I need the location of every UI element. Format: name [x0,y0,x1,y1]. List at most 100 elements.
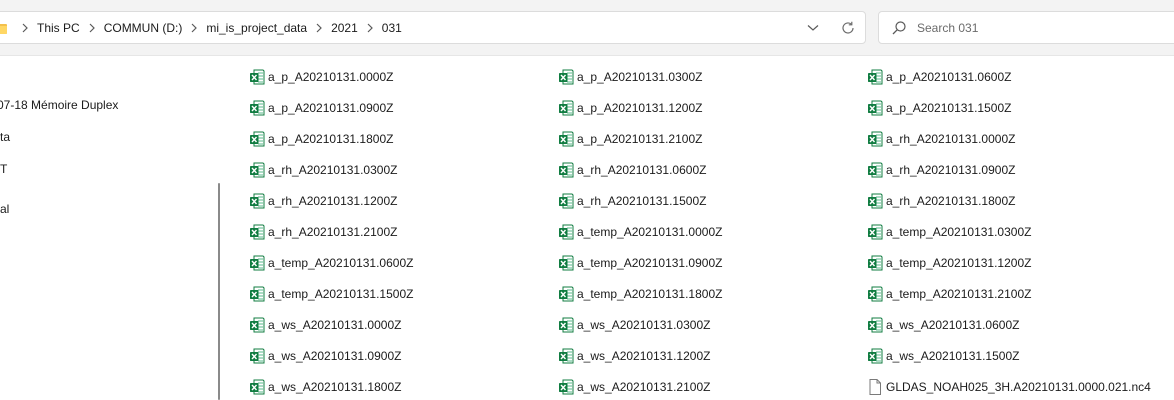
file-item[interactable]: a_temp_A20210131.0300Z [867,216,1031,247]
excel-file-icon [868,348,883,363]
file-item[interactable]: a_temp_A20210131.1800Z [558,278,722,309]
file-name: a_rh_A20210131.1200Z [268,193,398,208]
folder-icon [0,24,7,34]
file-item[interactable]: a_p_A20210131.0900Z [249,92,393,123]
excel-file-icon [868,193,883,208]
top-bar: This PC COMMUN (D:) mi_is_project_data 2… [0,0,1174,56]
chevron-down-icon[interactable] [805,20,821,36]
file-item[interactable]: a_ws_A20210131.1800Z [249,371,401,400]
excel-file-icon [250,100,265,115]
excel-file-icon [559,317,574,332]
file-name: a_p_A20210131.1800Z [268,131,394,146]
file-item[interactable]: a_ws_A20210131.2100Z [558,371,710,400]
file-name: a_rh_A20210131.0900Z [886,162,1016,177]
file-item[interactable]: a_p_A20210131.0000Z [249,61,393,92]
file-item[interactable]: a_p_A20210131.0300Z [558,61,702,92]
file-item[interactable]: a_ws_A20210131.1200Z [558,340,710,371]
file-item[interactable]: a_ws_A20210131.1500Z [867,340,1019,371]
file-name: a_temp_A20210131.1200Z [886,255,1032,270]
nav-item-t[interactable]: T [0,158,7,180]
file-name: a_temp_A20210131.0000Z [577,224,723,239]
file-name: a_ws_A20210131.0600Z [886,317,1020,332]
chevron-right-icon[interactable] [360,12,380,43]
excel-file-icon [559,379,574,394]
file-item[interactable]: a_temp_A20210131.1500Z [249,278,413,309]
file-name: a_rh_A20210131.0000Z [886,131,1016,146]
file-name: a_temp_A20210131.1500Z [268,286,414,301]
excel-file-icon [250,69,265,84]
file-item[interactable]: a_rh_A20210131.0000Z [867,123,1015,154]
search-icon [892,21,906,35]
file-name: a_p_A20210131.0600Z [886,69,1012,84]
file-name: a_ws_A20210131.0900Z [268,348,402,363]
file-name: a_rh_A20210131.0300Z [268,162,398,177]
file-item[interactable]: a_temp_A20210131.1200Z [867,247,1031,278]
file-item[interactable]: a_rh_A20210131.1800Z [867,185,1015,216]
navigation-scrollbar-track[interactable] [212,57,228,400]
file-item[interactable]: a_temp_A20210131.2100Z [867,278,1031,309]
breadcrumb-item-project-data[interactable]: mi_is_project_data [204,21,309,35]
address-bar[interactable]: This PC COMMUN (D:) mi_is_project_data 2… [0,11,866,44]
file-item[interactable]: a_p_A20210131.0600Z [867,61,1011,92]
refresh-icon[interactable] [839,19,857,37]
nav-item-data[interactable]: ta [0,126,10,148]
file-name: a_ws_A20210131.1500Z [886,348,1020,363]
file-item[interactable]: a_temp_A20210131.0600Z [249,247,413,278]
excel-file-icon [250,162,265,177]
navigation-scrollbar-thumb[interactable] [218,183,220,400]
chevron-right-icon[interactable] [184,12,204,43]
excel-file-icon [868,255,883,270]
document-file-icon [869,378,881,395]
file-name: GLDAS_NOAH025_3H.A20210131.0000.021.nc4 [886,379,1151,394]
excel-file-icon [250,286,265,301]
chevron-right-icon[interactable] [15,12,35,43]
file-name: a_p_A20210131.0900Z [268,100,394,115]
file-name: a_p_A20210131.0300Z [577,69,703,84]
excel-file-icon [559,69,574,84]
file-item[interactable]: a_temp_A20210131.0900Z [558,247,722,278]
file-name: a_temp_A20210131.1800Z [577,286,723,301]
file-item[interactable]: a_rh_A20210131.1200Z [249,185,397,216]
excel-file-icon [559,224,574,239]
file-item[interactable]: a_p_A20210131.1500Z [867,92,1011,123]
chevron-right-icon[interactable] [82,12,102,43]
file-name: a_temp_A20210131.0600Z [268,255,414,270]
excel-file-icon [559,162,574,177]
file-item[interactable]: a_rh_A20210131.1500Z [558,185,706,216]
file-name: a_temp_A20210131.0900Z [577,255,723,270]
breadcrumb-item-drive[interactable]: COMMUN (D:) [102,21,185,35]
file-item[interactable]: a_p_A20210131.1800Z [249,123,393,154]
file-item[interactable]: a_ws_A20210131.0300Z [558,309,710,340]
file-item[interactable]: a_rh_A20210131.2100Z [249,216,397,247]
search-input[interactable] [917,12,1167,43]
file-item[interactable]: a_ws_A20210131.0000Z [249,309,401,340]
file-item[interactable]: a_ws_A20210131.0900Z [249,340,401,371]
nav-item-memoire-duplex[interactable]: 07-18 Mémoire Duplex [0,94,118,116]
file-name: a_p_A20210131.1200Z [577,100,703,115]
file-item[interactable]: a_rh_A20210131.0300Z [249,154,397,185]
excel-file-icon [250,193,265,208]
search-box[interactable] [878,11,1174,44]
excel-file-icon [868,286,883,301]
file-item[interactable]: a_rh_A20210131.0600Z [558,154,706,185]
file-name: a_p_A20210131.0000Z [268,69,394,84]
file-item[interactable]: a_p_A20210131.1200Z [558,92,702,123]
breadcrumb-item-year[interactable]: 2021 [329,21,360,35]
file-name: a_temp_A20210131.0300Z [886,224,1032,239]
excel-file-icon [559,286,574,301]
file-item[interactable]: a_ws_A20210131.0600Z [867,309,1019,340]
file-item[interactable]: a_temp_A20210131.0000Z [558,216,722,247]
breadcrumb-item-current[interactable]: 031 [380,21,404,35]
file-name: a_rh_A20210131.1500Z [577,193,707,208]
file-item[interactable]: a_rh_A20210131.0900Z [867,154,1015,185]
breadcrumb-item-this-pc[interactable]: This PC [35,21,82,35]
excel-file-icon [868,317,883,332]
chevron-right-icon[interactable] [309,12,329,43]
file-name: a_rh_A20210131.0600Z [577,162,707,177]
file-name: a_p_A20210131.2100Z [577,131,703,146]
excel-file-icon [250,348,265,363]
file-name: a_ws_A20210131.0300Z [577,317,711,332]
file-item[interactable]: a_p_A20210131.2100Z [558,123,702,154]
file-item[interactable]: GLDAS_NOAH025_3H.A20210131.0000.021.nc4 [867,371,1151,400]
nav-item-al[interactable]: al [0,198,9,220]
